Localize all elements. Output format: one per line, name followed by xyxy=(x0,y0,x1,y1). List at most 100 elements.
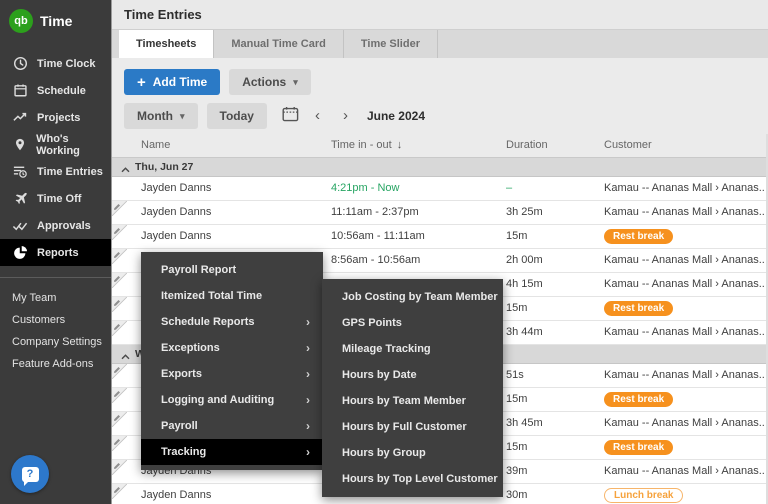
menu-item-schedule-reports[interactable]: Schedule Reports › xyxy=(141,309,323,335)
tab-bar: Timesheets Manual Time Card Time Slider xyxy=(112,30,768,58)
menu-item-hours-by-top-level-customer[interactable]: Hours by Top Level Customer xyxy=(322,466,503,492)
pencil-icon xyxy=(113,461,121,473)
menu-item-logging-and-auditing[interactable]: Logging and Auditing › xyxy=(141,387,323,413)
menu-item-hours-by-team-member[interactable]: Hours by Team Member xyxy=(322,388,503,414)
menu-item-exports[interactable]: Exports › xyxy=(141,361,323,387)
edit-entry-button[interactable] xyxy=(112,201,127,216)
rest-break-badge: Rest break xyxy=(604,301,674,316)
sidebar-item-label: Who's Working xyxy=(36,132,80,157)
menu-item-label: Hours by Top Level Customer xyxy=(342,473,498,485)
cell-customer: Rest break xyxy=(604,225,764,248)
actions-button[interactable]: Actions ▾ xyxy=(229,69,311,95)
cell-duration: 3h 44m xyxy=(506,326,543,338)
lunch-break-badge: Lunch break xyxy=(604,488,684,503)
menu-item-label: Hours by Full Customer xyxy=(342,421,467,433)
column-header-customer[interactable]: Customer xyxy=(604,134,652,157)
table-row[interactable]: Jayden Danns 4:21pm - Now – Kamau -- Ananas… xyxy=(112,177,768,201)
cell-customer: Lunch break xyxy=(604,484,764,504)
edit-entry-button[interactable] xyxy=(112,364,127,379)
sidebar-item-approvals[interactable]: Approvals xyxy=(0,212,111,239)
sidebar-item-projects[interactable]: Projects xyxy=(0,104,111,131)
edit-entry-button[interactable] xyxy=(112,460,127,475)
menu-item-mileage-tracking[interactable]: Mileage Tracking xyxy=(322,336,503,362)
sidebar-link-feature-add-ons[interactable]: Feature Add-ons xyxy=(0,353,111,375)
sidebar-item-time-clock[interactable]: Time Clock xyxy=(0,50,111,77)
help-button[interactable]: ? xyxy=(11,455,49,493)
today-button[interactable]: Today xyxy=(206,103,267,129)
cell-duration: 30m xyxy=(506,489,528,501)
sidebar-item-schedule[interactable]: Schedule xyxy=(0,77,111,104)
entries-icon xyxy=(12,164,28,180)
table-row[interactable]: Jayden Danns 11:11am - 2:37pm 3h 25m Kamau … xyxy=(112,201,768,225)
cell-duration: 15m xyxy=(506,393,528,405)
current-period-label: June 2024 xyxy=(366,109,426,123)
brand-name: Time xyxy=(40,13,73,29)
menu-item-gps-points[interactable]: GPS Points xyxy=(322,310,503,336)
tab-time-slider[interactable]: Time Slider xyxy=(344,30,438,58)
brand-logo[interactable]: qb Time xyxy=(0,0,111,35)
menu-item-itemized-total-time[interactable]: Itemized Total Time xyxy=(141,283,323,309)
menu-item-payroll[interactable]: Payroll › xyxy=(141,413,323,439)
menu-item-label: Schedule Reports xyxy=(161,316,255,328)
cell-duration: – xyxy=(506,182,513,194)
cell-customer: Kamau -- Ananas Mall › Ananas... xyxy=(604,278,764,290)
menu-item-label: GPS Points xyxy=(342,317,402,329)
edit-entry-button[interactable] xyxy=(112,273,127,288)
next-period-button[interactable]: › xyxy=(336,104,355,128)
edit-entry-button[interactable] xyxy=(112,321,127,336)
pencil-icon xyxy=(113,298,121,310)
chevron-down-icon: ▾ xyxy=(293,76,298,87)
pie-icon xyxy=(12,245,28,261)
collapse-chevron-icon[interactable] xyxy=(121,164,130,176)
date-group-label: Thu, Jun 27 xyxy=(135,161,194,173)
view-mode-dropdown[interactable]: Month ▾ xyxy=(124,103,198,129)
menu-item-tracking[interactable]: Tracking › xyxy=(141,439,323,465)
prev-period-button[interactable]: ‹ xyxy=(308,104,327,128)
edit-entry-button[interactable] xyxy=(112,249,127,264)
sidebar-item-reports[interactable]: Reports xyxy=(0,239,111,266)
table-row[interactable]: Jayden Danns 10:56am - 11:11am 15m Rest bre… xyxy=(112,225,768,249)
menu-item-exceptions[interactable]: Exceptions › xyxy=(141,335,323,361)
edit-entry-button[interactable] xyxy=(112,297,127,312)
menu-item-hours-by-date[interactable]: Hours by Date xyxy=(322,362,503,388)
app-window: qb Time Time Clock Schedule Projects Who's … xyxy=(0,0,768,504)
menu-item-hours-by-group[interactable]: Hours by Group xyxy=(322,440,503,466)
column-header-name[interactable]: Name xyxy=(141,134,170,157)
menu-item-payroll-report[interactable]: Payroll Report xyxy=(141,257,323,283)
rest-break-badge: Rest break xyxy=(604,229,674,244)
sidebar-item-who-s-working[interactable]: Who's Working xyxy=(0,131,111,158)
sidebar-secondary-nav: My Team Customers Company Settings Feature … xyxy=(0,287,111,375)
tab-timesheets[interactable]: Timesheets xyxy=(119,30,215,58)
cell-duration: 51s xyxy=(506,369,524,381)
pencil-icon xyxy=(113,274,121,286)
tab-manual-time-card[interactable]: Manual Time Card xyxy=(214,30,344,58)
edit-entry-button[interactable] xyxy=(112,436,127,451)
date-group-row[interactable]: Thu, Jun 27 xyxy=(112,158,768,177)
edit-entry-button[interactable] xyxy=(112,484,127,499)
chevron-down-icon: ▾ xyxy=(179,110,185,121)
cell-duration: 3h 25m xyxy=(506,206,543,218)
sidebar-item-time-off[interactable]: Time Off xyxy=(0,185,111,212)
sidebar-link-customers[interactable]: Customers xyxy=(0,309,111,331)
edit-entry-button[interactable] xyxy=(112,225,127,240)
calendar-picker-button[interactable] xyxy=(282,106,299,127)
add-time-button[interactable]: + Add Time xyxy=(124,69,221,95)
sidebar-item-label: Projects xyxy=(37,111,81,124)
menu-item-label: Mileage Tracking xyxy=(342,343,431,355)
edit-entry-button[interactable] xyxy=(112,388,127,403)
sidebar-link-my-team[interactable]: My Team xyxy=(0,287,111,309)
menu-item-label: Payroll Report xyxy=(161,264,237,276)
cell-time-in-out: 8:56am - 10:56am xyxy=(331,254,421,266)
column-header-duration[interactable]: Duration xyxy=(506,134,548,157)
cell-duration: 15m xyxy=(506,230,528,242)
plus-icon: + xyxy=(137,73,146,91)
rest-break-badge: Rest break xyxy=(604,392,674,407)
sidebar-link-company-settings[interactable]: Company Settings xyxy=(0,331,111,353)
collapse-chevron-icon[interactable] xyxy=(121,351,130,363)
edit-entry-button[interactable] xyxy=(112,412,127,427)
sidebar-item-time-entries[interactable]: Time Entries xyxy=(0,158,111,185)
menu-item-hours-by-full-customer[interactable]: Hours by Full Customer xyxy=(322,414,503,440)
menu-item-job-costing-by-team-member[interactable]: Job Costing by Team Member xyxy=(322,284,503,310)
column-header-time[interactable]: Time in - out ↓ xyxy=(331,134,402,157)
pencil-icon xyxy=(113,202,121,214)
